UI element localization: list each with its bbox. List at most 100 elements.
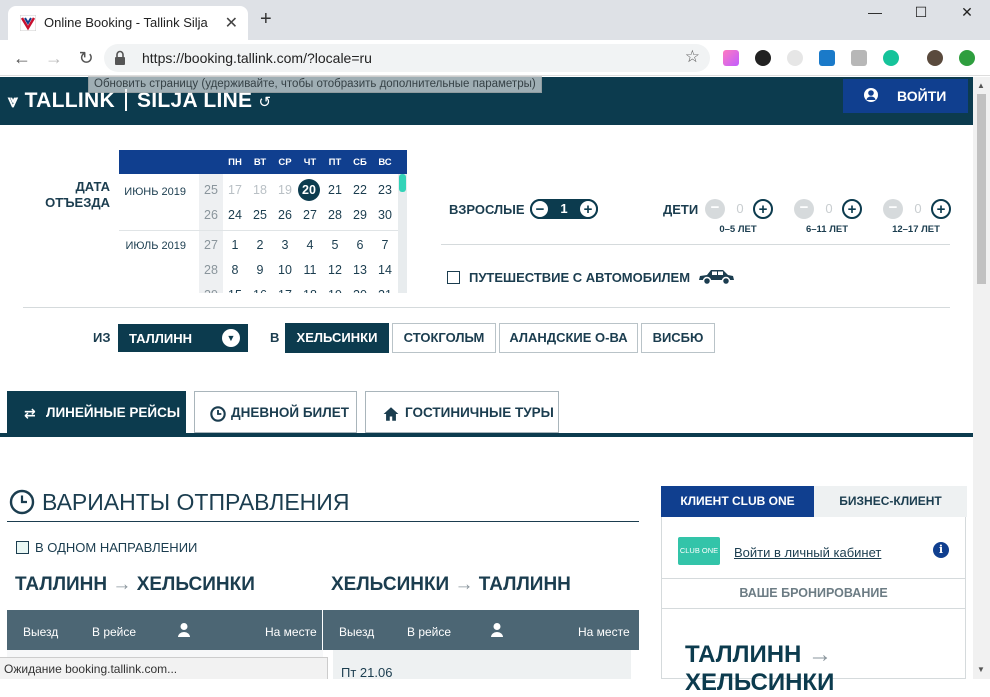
tab-close-icon[interactable]: ✕ [225, 13, 238, 33]
back-icon[interactable]: ← [11, 48, 33, 68]
calendar-day[interactable]: 24 [223, 204, 247, 226]
calendar-day[interactable]: 18 [298, 284, 322, 293]
extension-icon[interactable] [787, 50, 803, 66]
bookmark-star-icon[interactable]: ☆ [685, 47, 700, 67]
extension-icon[interactable] [819, 50, 835, 66]
personal-account-link[interactable]: Войти в личный кабинет [734, 545, 881, 560]
oneway-label: В ОДНОМ НАПРАВЛЕНИИ [35, 540, 198, 555]
address-bar[interactable]: https://booking.tallink.com/?locale=ru ☆ [104, 44, 710, 72]
route-to: ХЕЛЬСИНКИ [685, 669, 835, 696]
browser-tab[interactable]: Online Booking - Tallink Silja ✕ [8, 6, 248, 40]
from-label: ИЗ [93, 330, 111, 345]
children-plus-button[interactable]: + [753, 199, 773, 219]
extension-icon[interactable] [755, 50, 771, 66]
calendar-day[interactable]: 6 [348, 234, 372, 256]
calendar-day[interactable]: 14 [373, 259, 397, 281]
tab-club-one[interactable]: КЛИЕНТ CLUB ONE [661, 486, 814, 517]
adults-stepper: − 1 + [530, 199, 598, 219]
children-plus-button[interactable]: + [842, 199, 862, 219]
week-number: 26 [204, 208, 218, 222]
calendar-day[interactable]: 9 [248, 259, 272, 281]
adults-label: ВЗРОСЛЫЕ [449, 202, 525, 217]
calendar-day[interactable]: 16 [248, 284, 272, 293]
calendar-day[interactable]: 5 [323, 234, 347, 256]
scroll-thumb[interactable] [977, 94, 986, 284]
extension-icon[interactable] [851, 50, 867, 66]
tab-line-trips[interactable]: ⇄ ЛИНЕЙНЫЕ РЕЙСЫ [7, 391, 186, 433]
children-minus-button[interactable]: − [883, 199, 903, 219]
week-number: 28 [204, 263, 218, 277]
extension-icon[interactable] [723, 50, 739, 66]
calendar-day[interactable]: 8 [223, 259, 247, 281]
page-scrollbar[interactable]: ▲ ▼ [973, 77, 990, 679]
children-minus-button[interactable]: − [794, 199, 814, 219]
calendar-day[interactable]: 25 [248, 204, 272, 226]
calendar-day[interactable]: 3 [273, 234, 297, 256]
calendar-day[interactable]: 28 [323, 204, 347, 226]
column-header: На месте [578, 625, 630, 639]
car-checkbox[interactable] [447, 271, 460, 284]
weekday-label: ВС [378, 157, 392, 168]
new-tab-icon[interactable]: + [260, 9, 272, 29]
destination-aland[interactable]: АЛАНДСКИЕ О-ВА [499, 323, 638, 353]
tab-business-client[interactable]: БИЗНЕС-КЛИЕНТ [814, 486, 967, 517]
clock-icon [9, 489, 35, 515]
swap-arrows-icon: ⇄ [24, 405, 36, 421]
calendar-day[interactable]: 10 [273, 259, 297, 281]
table-row[interactable]: Пт 21.06 [333, 650, 631, 680]
calendar-day[interactable]: 11 [298, 259, 322, 281]
adults-minus-button[interactable]: − [530, 199, 550, 219]
info-icon[interactable]: i [933, 542, 949, 558]
calendar-day[interactable]: 21 [373, 284, 397, 293]
tab-hotel-tours[interactable]: ГОСТИНИЧНЫЕ ТУРЫ [365, 391, 559, 433]
column-header: Выезд [339, 625, 375, 639]
oneway-checkbox[interactable] [16, 541, 29, 554]
car-icon [699, 270, 734, 286]
reload-icon[interactable]: ↻ [75, 48, 97, 68]
calendar-day[interactable]: 19 [323, 284, 347, 293]
window-close-icon[interactable]: ✕ [952, 4, 982, 24]
calendar-day[interactable]: 4 [298, 234, 322, 256]
grammarly-icon[interactable] [883, 50, 899, 66]
calendar-day[interactable]: 22 [348, 179, 372, 201]
calendar-day-selected[interactable]: 20 [298, 179, 320, 201]
weekday-label: ЧТ [303, 157, 317, 168]
destination-visby[interactable]: ВИСБЮ [641, 323, 715, 353]
calendar-day[interactable]: 7 [373, 234, 397, 256]
children-minus-button[interactable]: − [705, 199, 725, 219]
row-date: Пт 21.06 [341, 665, 393, 680]
calendar-day[interactable]: 12 [323, 259, 347, 281]
calendar-day[interactable]: 17 [273, 284, 297, 293]
calendar-day[interactable]: 1 [223, 234, 247, 256]
booking-route: ТАЛЛИНН → ХЕЛЬСИНКИ [685, 641, 834, 697]
calendar-day[interactable]: 13 [348, 259, 372, 281]
scroll-down-icon[interactable]: ▼ [977, 665, 985, 674]
update-icon[interactable] [959, 50, 975, 66]
calendar-day[interactable]: 23 [373, 179, 397, 201]
children-value: 0 [914, 201, 922, 216]
tab-label: ГОСТИНИЧНЫЕ ТУРЫ [405, 405, 554, 420]
calendar-day[interactable]: 26 [273, 204, 297, 226]
calendar-day[interactable]: 15 [223, 284, 247, 293]
minimize-icon[interactable]: — [860, 4, 890, 24]
calendar-day[interactable]: 20 [348, 284, 372, 293]
profile-avatar[interactable] [927, 50, 943, 66]
scroll-up-icon[interactable]: ▲ [977, 81, 985, 90]
login-button[interactable]: ВОЙТИ [843, 79, 968, 113]
destination-helsinki[interactable]: ХЕЛЬСИНКИ [285, 323, 389, 353]
adults-plus-button[interactable]: + [578, 199, 598, 219]
calendar-day[interactable]: 2 [248, 234, 272, 256]
destination-stockholm[interactable]: СТОКГОЛЬМ [392, 323, 496, 353]
inbound-table-header: Выезд В рейсе На месте [323, 610, 639, 650]
from-select[interactable]: ТАЛЛИНН ▼ [118, 324, 248, 352]
children-plus-button[interactable]: + [931, 199, 951, 219]
calendar-scroll-thumb[interactable] [399, 174, 406, 192]
calendar-day[interactable]: 29 [348, 204, 372, 226]
tab-day-ticket[interactable]: ДНЕВНОЙ БИЛЕТ [194, 391, 357, 433]
maximize-icon[interactable]: ☐ [906, 4, 936, 24]
calendar-day[interactable]: 21 [323, 179, 347, 201]
calendar-scrollbar[interactable] [398, 174, 407, 293]
forward-icon[interactable]: → [43, 48, 65, 68]
calendar-day[interactable]: 30 [373, 204, 397, 226]
calendar-day[interactable]: 27 [298, 204, 322, 226]
